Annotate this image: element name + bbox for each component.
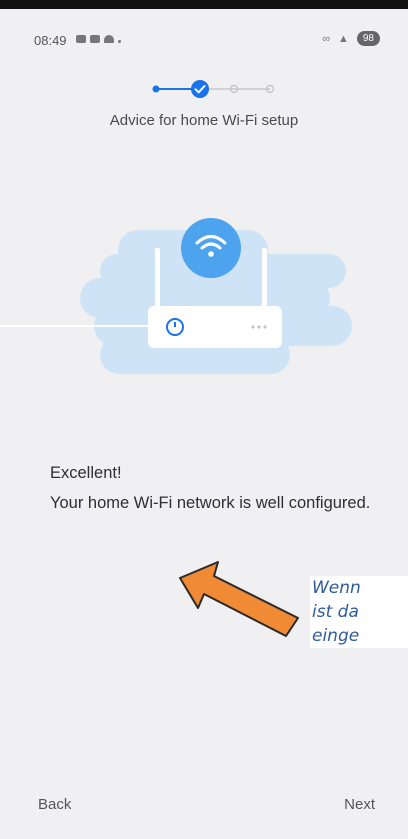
next-button[interactable]: Next	[344, 796, 375, 813]
status-right-icons: ∞ ▲ 98	[322, 31, 380, 46]
antenna-right	[262, 248, 267, 310]
annotation-line-3: einge	[312, 626, 360, 646]
back-button[interactable]: Back	[38, 796, 71, 813]
annotation-text-box: Wenn ist da einge	[310, 576, 408, 648]
gallery-notification-icon	[90, 35, 100, 43]
message-heading: Excellent!	[50, 464, 122, 482]
result-message: Excellent! Your home Wi-Fi network is we…	[50, 458, 380, 518]
annotation-line-1: Wenn	[312, 578, 361, 598]
arrow-shape	[179, 561, 299, 637]
more-notifications-dot-icon	[118, 40, 121, 43]
signal-icon: ▲	[337, 32, 349, 45]
status-bar: 08:49 ∞ ▲ 98	[0, 9, 408, 57]
notification-icons	[76, 35, 121, 43]
router-illustration	[0, 190, 408, 420]
setup-progress-stepper	[148, 77, 278, 101]
annotation-arrow	[178, 560, 303, 645]
battery-icon: 98	[356, 31, 380, 46]
page-subtitle: Advice for home Wi-Fi setup	[109, 112, 299, 129]
antenna-left	[155, 248, 160, 310]
message-body: Your home Wi-Fi network is well configur…	[50, 494, 371, 512]
cloud-notification-icon	[104, 35, 114, 43]
step-2-current-icon	[191, 80, 209, 98]
wifi-badge	[181, 218, 241, 278]
annotation-line-2: ist da	[312, 602, 359, 622]
step-1-dot	[152, 85, 160, 93]
status-time: 08:49	[34, 33, 67, 48]
link-icon: ∞	[322, 32, 330, 45]
top-black-bar	[0, 0, 408, 9]
gallery-notification-icon	[76, 35, 86, 43]
router-body	[148, 306, 282, 348]
